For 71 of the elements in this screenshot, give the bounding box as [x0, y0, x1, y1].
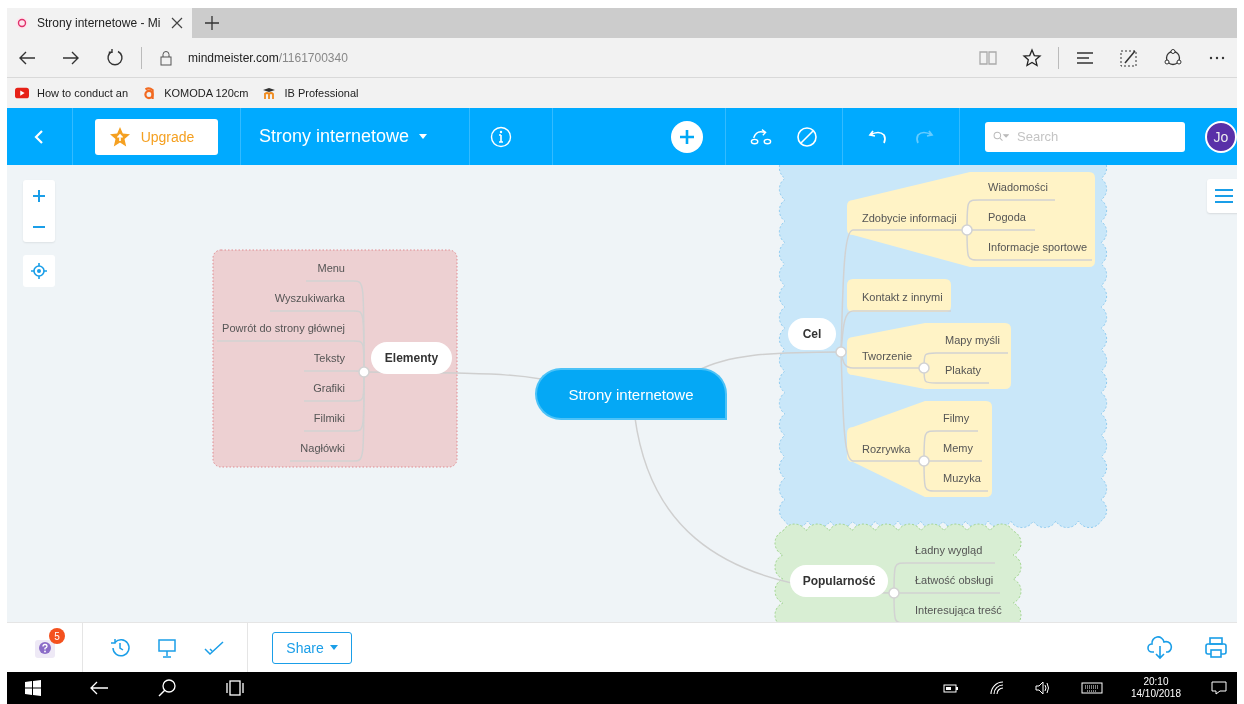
- add-topic-icon[interactable]: [671, 120, 703, 153]
- caret-icon: [419, 134, 428, 139]
- note-pen-icon[interactable]: [1119, 47, 1139, 68]
- caret-icon: [329, 645, 338, 650]
- subtopic-label[interactable]: Muzyka: [943, 470, 981, 486]
- new-tab-icon[interactable]: [204, 15, 220, 31]
- locate-icon[interactable]: [31, 263, 47, 279]
- subtopic-label[interactable]: Grafiki: [313, 380, 345, 396]
- bookmark-link[interactable]: KOMODA 120cm: [142, 86, 249, 100]
- collapse-handle[interactable]: [358, 366, 370, 378]
- address-field[interactable]: mindmeister.com/1161700340: [188, 50, 348, 65]
- zoom-in-icon[interactable]: [31, 187, 47, 204]
- lock-icon: [158, 49, 174, 66]
- refresh-icon[interactable]: [105, 47, 125, 68]
- subtopic-label[interactable]: Mapy myśli: [945, 332, 1000, 348]
- subtopic-label[interactable]: Tworzenie: [862, 348, 913, 364]
- history-icon[interactable]: [109, 636, 131, 659]
- subtopic-label[interactable]: Memy: [943, 440, 973, 456]
- star-arrow-icon: [108, 125, 131, 148]
- task-view-icon[interactable]: [225, 678, 245, 698]
- tab-title: Strony internetowe - Mi: [37, 16, 162, 30]
- bookmark-link[interactable]: IB Professional: [262, 86, 359, 100]
- site-logo-icon: [15, 16, 29, 30]
- volume-icon[interactable]: [1034, 680, 1051, 696]
- user-avatar[interactable]: Jo: [1205, 120, 1237, 153]
- notifications-icon[interactable]: [1211, 680, 1227, 696]
- info-icon[interactable]: [490, 125, 512, 148]
- subtopic-label[interactable]: Powrót do strony głównej: [222, 320, 345, 336]
- collapse-handle[interactable]: [961, 224, 973, 236]
- share-icon[interactable]: [1163, 47, 1183, 68]
- subtopic-label[interactable]: Łatwość obsługi: [915, 572, 994, 588]
- subtopic-label[interactable]: Plakaty: [945, 362, 982, 378]
- close-icon[interactable]: [170, 16, 184, 30]
- subtopic-label[interactable]: Pogoda: [988, 209, 1026, 225]
- topic-node[interactable]: Popularność: [790, 565, 888, 597]
- subtopic-label[interactable]: Interesująca treść: [915, 602, 1002, 618]
- collapse-handle[interactable]: [918, 455, 930, 467]
- subtopic-label[interactable]: Kontakt z innymi: [862, 289, 943, 305]
- windows-logo-icon[interactable]: [25, 680, 41, 696]
- presentation-icon[interactable]: [156, 636, 178, 659]
- bookmark-link[interactable]: How to conduct an: [15, 86, 129, 100]
- subtopic-label[interactable]: Filmy: [943, 410, 970, 426]
- search-field[interactable]: Search: [985, 121, 1185, 152]
- graduation-cap-icon: [262, 86, 277, 100]
- subtopic-label[interactable]: Ładny wygląd: [915, 542, 983, 558]
- no-entry-icon[interactable]: [796, 125, 818, 148]
- notification-badge: 5: [49, 628, 65, 644]
- subtopic-label[interactable]: Informacje sportowe: [988, 239, 1088, 255]
- play-icon: [15, 86, 29, 100]
- clock-date[interactable]: 14/10/2018: [1130, 688, 1181, 700]
- subtopic-label[interactable]: Nagłówki: [300, 440, 345, 456]
- shop-logo-icon: [142, 86, 157, 100]
- subtopic-label[interactable]: Zdobycie informacji: [862, 210, 957, 226]
- subtopic-label[interactable]: Teksty: [313, 350, 345, 366]
- collapse-handle[interactable]: [918, 362, 930, 374]
- wifi-icon[interactable]: [988, 680, 1005, 696]
- menu-icon[interactable]: [1214, 186, 1234, 206]
- topic-node[interactable]: Elementy: [371, 342, 452, 374]
- browser-tab[interactable]: Strony internetowe - Mi: [7, 8, 192, 38]
- clock-time[interactable]: 20:10: [1143, 676, 1169, 688]
- subtopic-label[interactable]: Rozrywka: [862, 441, 911, 457]
- subtopic-label[interactable]: Menu: [317, 260, 345, 276]
- printer-icon[interactable]: [1203, 634, 1229, 661]
- collapse-handle[interactable]: [888, 587, 900, 599]
- subtopic-label[interactable]: Wyszukiwarka: [274, 290, 345, 306]
- star-icon[interactable]: [1022, 47, 1042, 68]
- collapse-handle[interactable]: [835, 346, 847, 358]
- search-icon[interactable]: [157, 678, 177, 698]
- subtopic-label[interactable]: Wiadomości: [988, 179, 1048, 195]
- subtopic-label[interactable]: Filmiki: [313, 410, 345, 426]
- cloud-download-icon[interactable]: [1147, 634, 1173, 661]
